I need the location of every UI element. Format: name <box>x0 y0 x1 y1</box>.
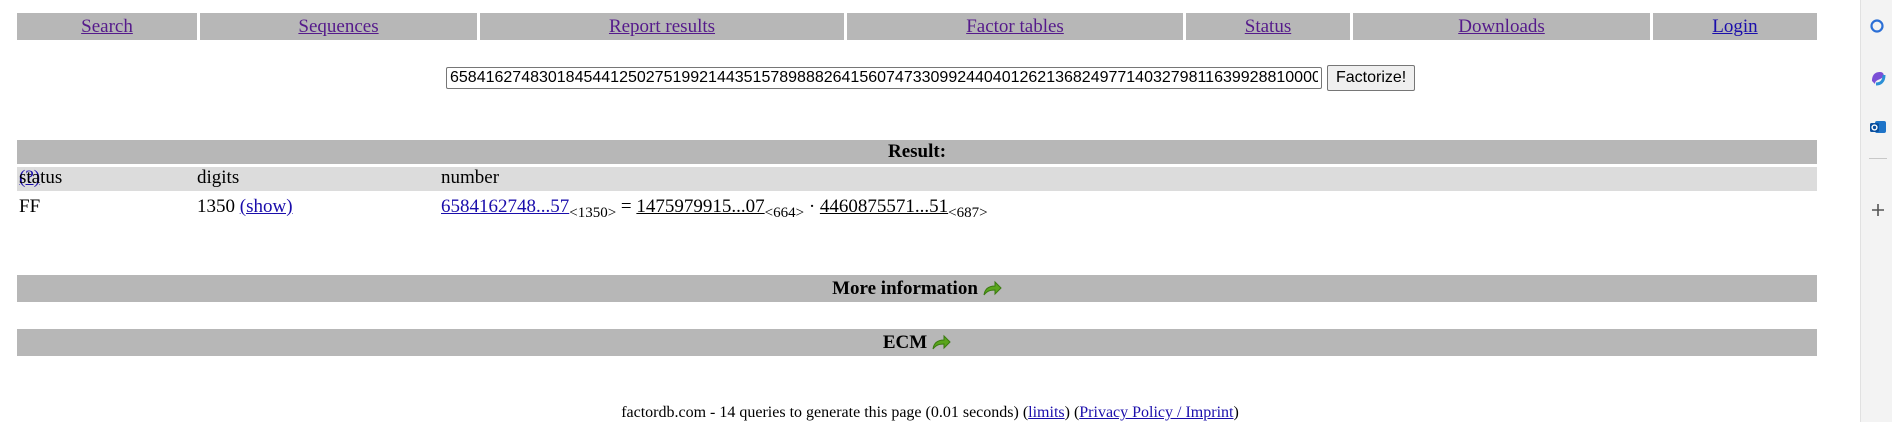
nav-cell-factor-tables: Factor tables <box>847 13 1183 40</box>
footer-end: ) <box>1233 404 1239 421</box>
factor2-digit-count: <687> <box>948 204 988 221</box>
outlook-icon[interactable] <box>1869 118 1887 136</box>
ecm-label: ECM <box>882 331 928 353</box>
footer-text: factordb.com - 14 queries to generate th… <box>621 404 1029 421</box>
add-icon[interactable] <box>1869 201 1887 219</box>
factor1-digit-count: <664> <box>764 204 805 221</box>
limits-link[interactable]: limits <box>1028 404 1064 421</box>
number-header: number <box>441 167 500 188</box>
page: Search Sequences Report results Factor t… <box>0 0 1860 422</box>
factor2-link[interactable]: 4460875571...51 <box>820 196 948 217</box>
nav-login-link[interactable]: Login <box>1712 16 1757 38</box>
nav-downloads-link[interactable]: Downloads <box>1458 16 1545 38</box>
top-nav: Search Sequences Report results Factor t… <box>17 13 1817 40</box>
result-row: FF 1350 (show) 6584162748...57<1350> = 1… <box>17 196 1817 226</box>
expand-arrow-icon[interactable] <box>982 280 1002 298</box>
status-header-label: status <box>19 167 63 188</box>
nav-cell-status: Status <box>1186 13 1350 40</box>
digits-header: digits <box>197 167 240 188</box>
multiply-dot: · <box>804 196 820 217</box>
nav-status-link[interactable]: Status <box>1245 16 1291 38</box>
expand-arrow-icon[interactable] <box>931 334 951 352</box>
digits-cell: 1350 (show) <box>197 196 293 218</box>
footer: factordb.com - 14 queries to generate th… <box>0 404 1860 422</box>
result-heading: Result: <box>17 140 1817 164</box>
browser-sidebar <box>1860 0 1892 422</box>
search-form: Factorize! <box>446 65 1416 91</box>
sidebar-divider <box>1869 158 1887 159</box>
nav-sequences-link[interactable]: Sequences <box>298 16 378 38</box>
status-header: status (?) <box>19 167 62 189</box>
factorize-button[interactable]: Factorize! <box>1327 65 1416 91</box>
more-information-bar[interactable]: More information <box>17 275 1817 302</box>
search-icon[interactable] <box>1869 18 1887 36</box>
more-information-label: More information <box>832 277 978 299</box>
digits-value: 1350 <box>197 196 235 217</box>
result-column-headers: status (?) digits number <box>17 167 1817 191</box>
equals-sign: = <box>616 196 637 217</box>
number-digit-count: <1350> <box>569 204 617 221</box>
nav-cell-downloads: Downloads <box>1353 13 1650 40</box>
number-input[interactable] <box>446 67 1322 89</box>
number-link[interactable]: 6584162748...57 <box>441 196 569 217</box>
copilot-icon[interactable] <box>1869 69 1887 87</box>
nav-cell-login: Login <box>1653 13 1817 40</box>
status-value: FF <box>19 196 41 217</box>
nav-cell-search: Search <box>17 13 197 40</box>
show-digits-link[interactable]: (show) <box>240 196 293 217</box>
nav-cell-report: Report results <box>480 13 844 40</box>
number-cell: 6584162748...57<1350> = 1475979915...07<… <box>441 196 988 222</box>
privacy-policy-link[interactable]: Privacy Policy / Imprint <box>1079 404 1233 421</box>
nav-report-link[interactable]: Report results <box>609 16 715 38</box>
ecm-bar[interactable]: ECM <box>17 329 1817 356</box>
nav-factor-tables-link[interactable]: Factor tables <box>966 16 1064 38</box>
factor1-link[interactable]: 1475979915...07 <box>636 196 764 217</box>
nav-cell-sequences: Sequences <box>200 13 477 40</box>
footer-separator: ) ( <box>1064 404 1080 421</box>
nav-search-link[interactable]: Search <box>81 16 133 38</box>
